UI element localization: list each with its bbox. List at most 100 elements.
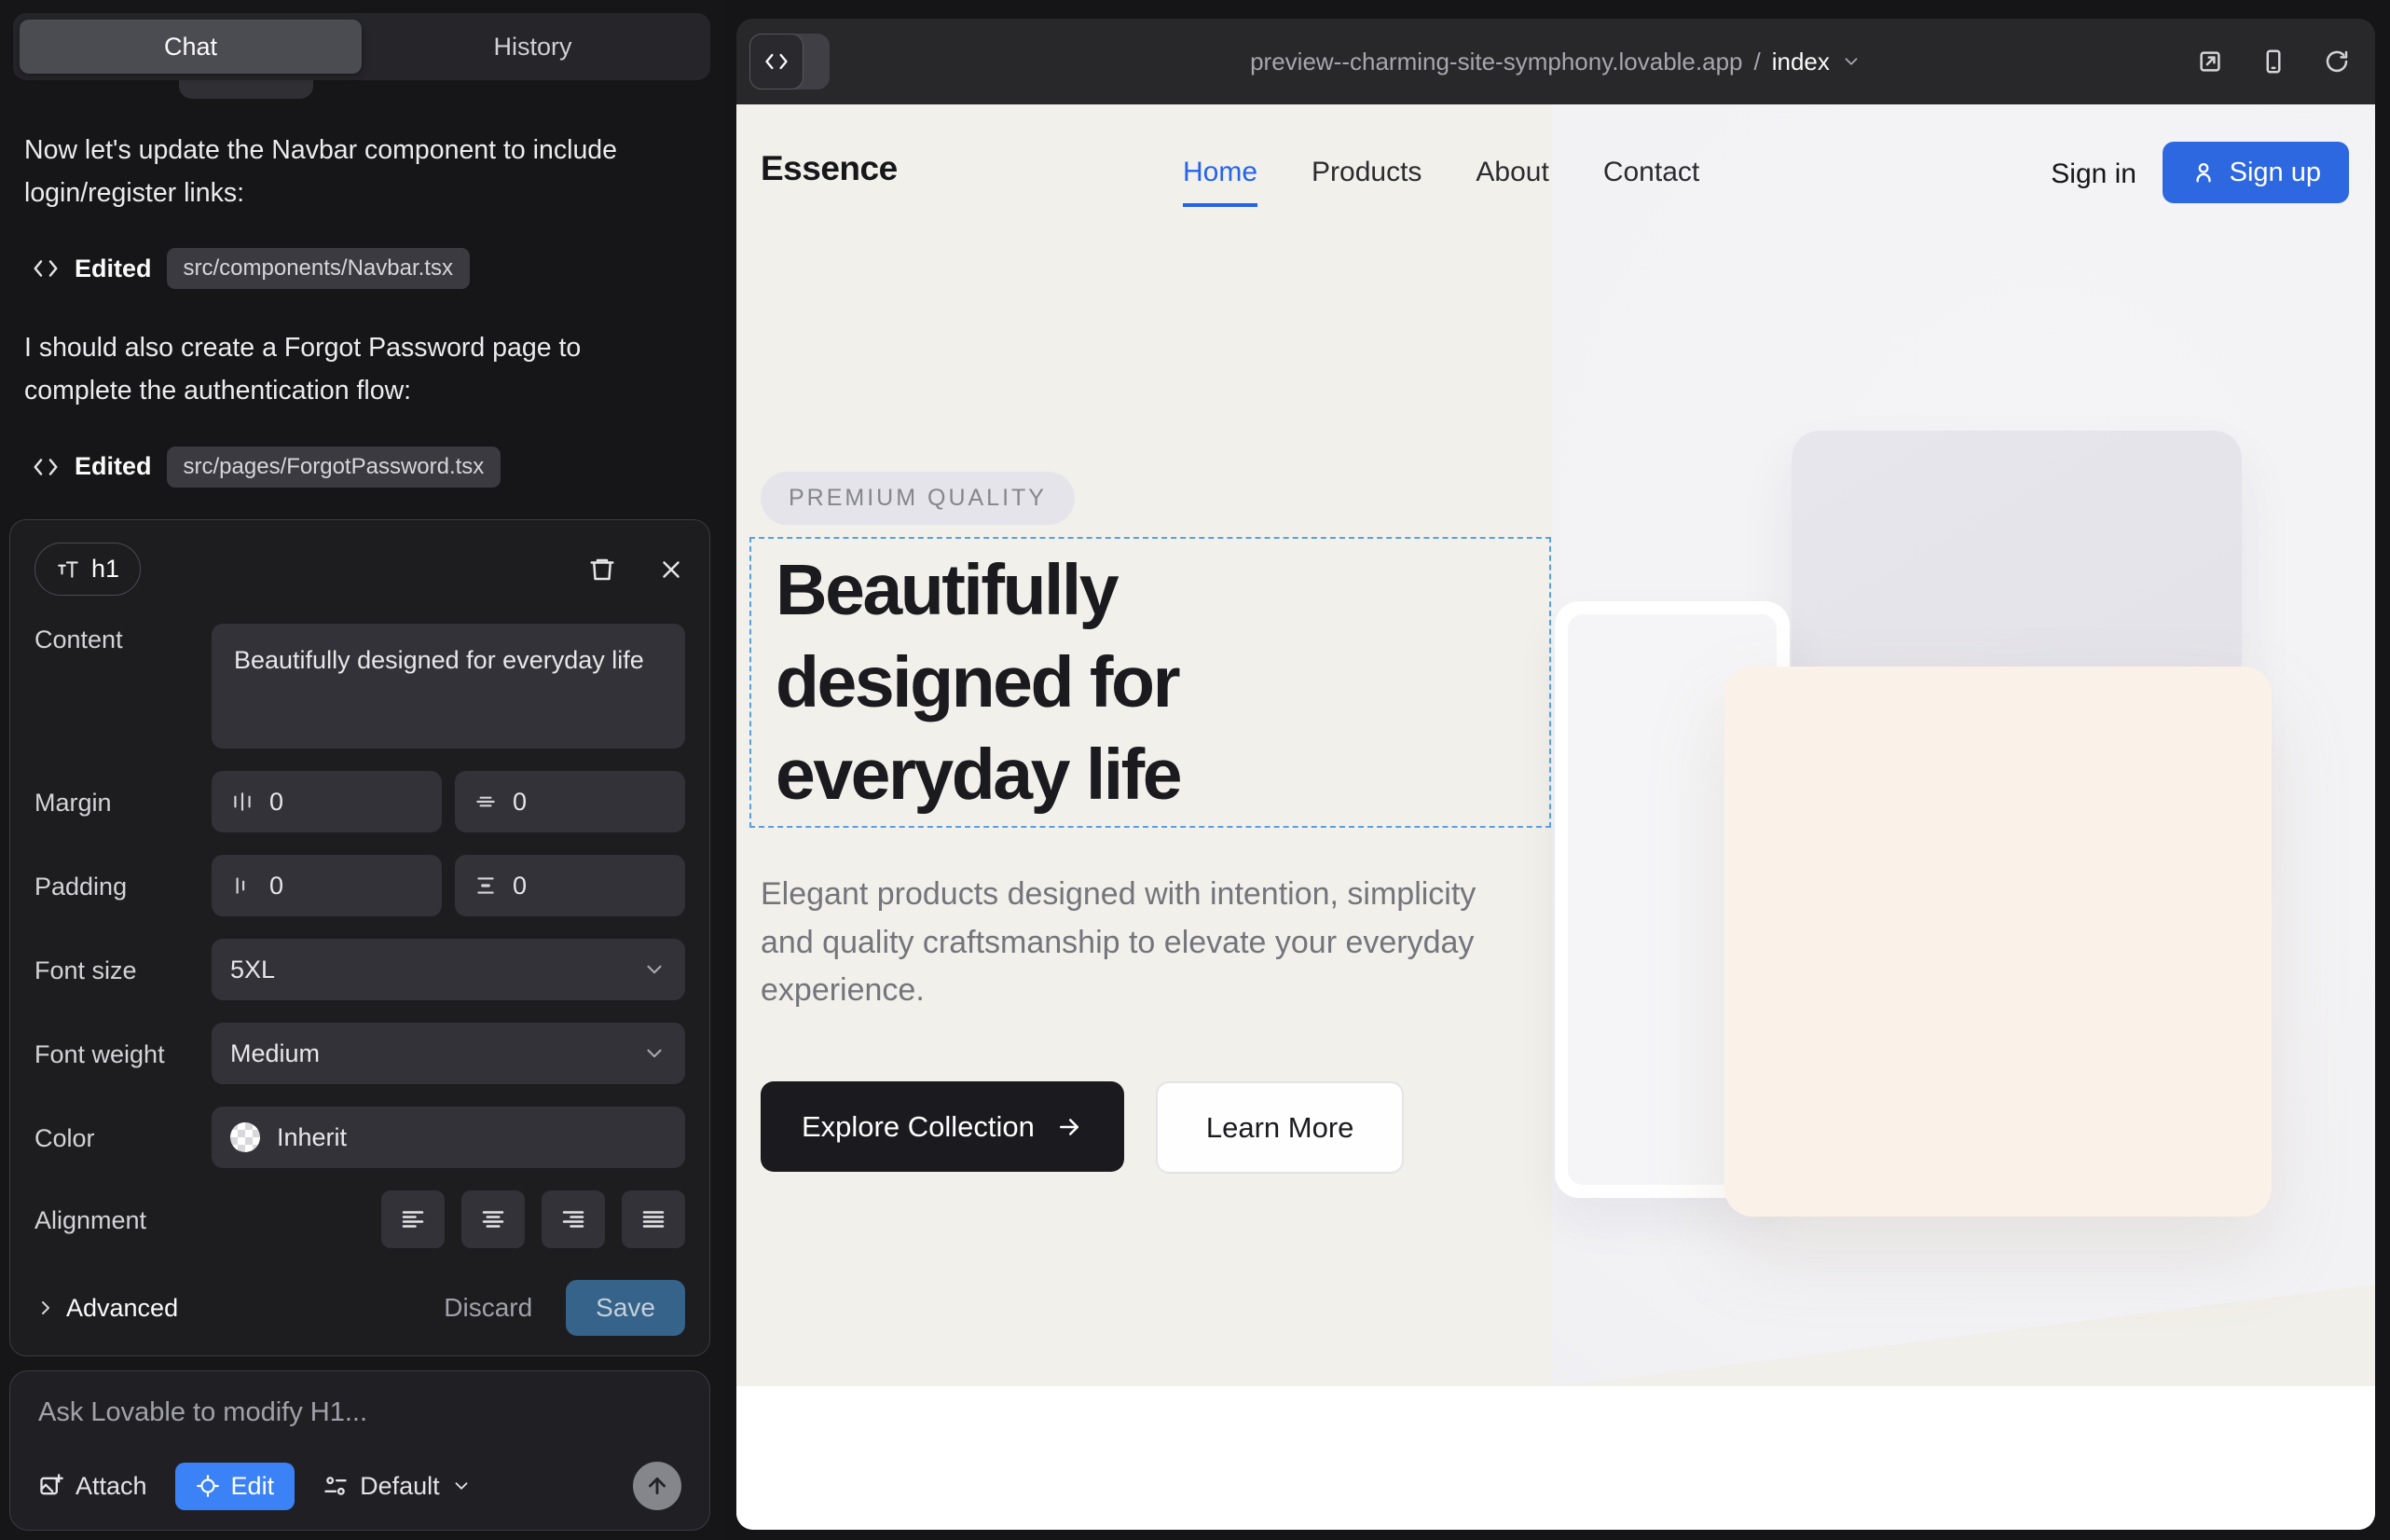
- discard-button[interactable]: Discard: [419, 1280, 556, 1336]
- tab-history[interactable]: History: [362, 20, 704, 74]
- nav-links: Home Products About Contact: [1183, 157, 1699, 207]
- margin-vertical-icon: [474, 790, 498, 814]
- code-icon: [32, 254, 60, 282]
- h1-selection-outline[interactable]: Beautifully designed for everyday life: [749, 537, 1551, 828]
- chat-message: Now let's update the Navbar component to…: [24, 129, 677, 214]
- hero-description: Elegant products designed with intention…: [761, 871, 1516, 1015]
- edit-mode-button[interactable]: Edit: [175, 1463, 295, 1510]
- content-input[interactable]: Beautifully designed for everyday life: [212, 624, 685, 749]
- element-editor-panel: h1 Content Beautifully designed for ever…: [9, 519, 710, 1356]
- refresh-icon: [2323, 48, 2351, 76]
- edited-file-row[interactable]: Edited src/pages/ForgotPassword.tsx: [32, 447, 695, 488]
- code-preview-toggle[interactable]: [749, 34, 830, 89]
- open-in-new-tab-button[interactable]: [2196, 48, 2224, 76]
- padding-x-input[interactable]: 0: [212, 855, 442, 916]
- file-chip[interactable]: src/components/Navbar.tsx: [167, 248, 470, 289]
- preview-pane: preview--charming-site-symphony.lovable.…: [736, 19, 2375, 1530]
- smartphone-icon: [2260, 48, 2287, 76]
- margin-label: Margin: [34, 787, 212, 818]
- align-right-button[interactable]: [542, 1190, 605, 1248]
- color-label: Color: [34, 1122, 212, 1153]
- prompt-composer[interactable]: Ask Lovable to modify H1... Attach Edit …: [9, 1370, 710, 1531]
- image-plus-icon: [38, 1473, 64, 1499]
- nav-link-products[interactable]: Products: [1312, 157, 1422, 207]
- file-chip[interactable]: src/pages/ForgotPassword.tsx: [167, 447, 501, 488]
- user-icon: [2191, 159, 2217, 186]
- chevron-down-icon: [642, 1041, 666, 1066]
- app-window: ·· Chat History Now let's update the Nav…: [0, 0, 2390, 1540]
- align-left-icon: [399, 1205, 427, 1233]
- external-link-icon: [2196, 48, 2224, 76]
- padding-y-input[interactable]: 0: [455, 855, 685, 916]
- learn-more-button[interactable]: Learn More: [1156, 1081, 1405, 1174]
- align-center-button[interactable]: [461, 1190, 525, 1248]
- transparency-swatch-icon: [230, 1122, 260, 1152]
- next-section-background: [736, 1386, 2375, 1530]
- chat-message: I should also create a Forgot Password p…: [24, 326, 677, 412]
- sign-up-button[interactable]: Sign up: [2163, 142, 2349, 203]
- edited-label: Edited: [75, 452, 152, 481]
- chevron-down-icon: [642, 957, 666, 982]
- chevron-right-icon: [34, 1297, 57, 1319]
- edited-label: Edited: [75, 254, 152, 283]
- align-justify-button[interactable]: [622, 1190, 685, 1248]
- font-size-select[interactable]: 5XL: [212, 939, 685, 1000]
- chevron-down-icon: [1841, 51, 1861, 72]
- advanced-toggle[interactable]: Advanced: [34, 1294, 178, 1323]
- margin-y-input[interactable]: 0: [455, 771, 685, 832]
- edited-file-row[interactable]: Edited src/components/Navbar.tsx: [32, 248, 695, 289]
- site-logo[interactable]: Essence: [761, 149, 898, 188]
- close-icon: [657, 556, 685, 584]
- code-view-segment[interactable]: [749, 34, 804, 89]
- chat-history-tabs: Chat History: [13, 13, 710, 80]
- tab-chat[interactable]: Chat: [20, 20, 362, 74]
- site-canvas: Essence Home Products About Contact Sign…: [736, 104, 2375, 1530]
- code-icon: [32, 453, 60, 481]
- preview-route: index: [1772, 48, 1830, 76]
- prompt-input[interactable]: Ask Lovable to modify H1...: [38, 1397, 681, 1428]
- mobile-view-button[interactable]: [2260, 48, 2287, 76]
- locate-icon: [196, 1474, 220, 1498]
- save-button[interactable]: Save: [566, 1280, 685, 1336]
- sign-in-link[interactable]: Sign in: [2051, 158, 2136, 190]
- preview-url: preview--charming-site-symphony.lovable.…: [1250, 48, 1742, 76]
- align-justify-icon: [639, 1205, 667, 1233]
- explore-collection-button[interactable]: Explore Collection: [761, 1081, 1124, 1172]
- nav-link-about[interactable]: About: [1476, 157, 1548, 207]
- delete-element-button[interactable]: [588, 556, 616, 584]
- attach-button[interactable]: Attach: [38, 1472, 147, 1501]
- margin-horizontal-icon: [230, 790, 254, 814]
- selected-element-chip[interactable]: h1: [34, 543, 141, 596]
- alignment-label: Alignment: [34, 1204, 212, 1235]
- chevron-down-icon: [451, 1476, 472, 1496]
- premium-quality-badge: PREMIUM QUALITY: [761, 472, 1075, 525]
- margin-x-input[interactable]: 0: [212, 771, 442, 832]
- close-editor-button[interactable]: [657, 556, 685, 584]
- decor-card-cream: [1724, 667, 2272, 1217]
- font-weight-label: Font weight: [34, 1038, 212, 1069]
- code-icon: [763, 48, 790, 75]
- nav-link-home[interactable]: Home: [1183, 157, 1257, 207]
- model-default-select[interactable]: Default: [323, 1472, 472, 1501]
- font-size-label: Font size: [34, 955, 212, 985]
- sliders-icon: [323, 1473, 349, 1499]
- hero-heading[interactable]: Beautifully designed for everyday life: [751, 539, 1549, 821]
- arrow-up-icon: [645, 1474, 669, 1498]
- element-tag: h1: [91, 555, 119, 584]
- chat-messages: Now let's update the Navbar component to…: [24, 129, 695, 525]
- nav-link-contact[interactable]: Contact: [1603, 157, 1699, 207]
- color-select[interactable]: Inherit: [212, 1107, 685, 1168]
- trash-icon: [588, 556, 616, 584]
- preview-toolbar: preview--charming-site-symphony.lovable.…: [736, 19, 2375, 104]
- padding-vertical-icon: [474, 873, 498, 898]
- refresh-button[interactable]: [2323, 48, 2351, 76]
- align-left-button[interactable]: [381, 1190, 445, 1248]
- align-center-icon: [479, 1205, 507, 1233]
- font-weight-select[interactable]: Medium: [212, 1023, 685, 1084]
- content-label: Content: [34, 624, 212, 654]
- align-right-icon: [559, 1205, 587, 1233]
- address-bar[interactable]: preview--charming-site-symphony.lovable.…: [736, 19, 2375, 104]
- padding-horizontal-icon: [230, 873, 254, 898]
- arrow-right-icon: [1055, 1113, 1083, 1141]
- send-button[interactable]: [633, 1462, 681, 1510]
